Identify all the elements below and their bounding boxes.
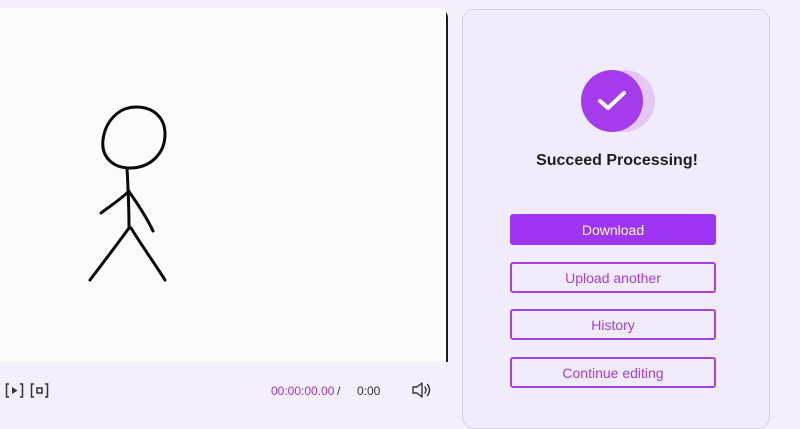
result-panel: Succeed Processing! Download Upload anot… <box>462 9 770 429</box>
figure-arm-left <box>99 189 131 215</box>
volume-button[interactable] <box>411 381 433 399</box>
status-title: Succeed Processing! <box>536 152 698 169</box>
current-time: 00:00:00.00 <box>271 384 335 398</box>
stop-button[interactable] <box>30 382 49 399</box>
play-icon <box>5 383 24 398</box>
figure-body <box>125 166 131 230</box>
total-time: 0:00 <box>357 384 381 398</box>
video-preview[interactable] <box>0 8 448 362</box>
continue-editing-button[interactable]: Continue editing <box>510 357 716 388</box>
player-controls: 00:00:00.00 / 0:00 <box>0 362 448 417</box>
figure-arm-right <box>128 191 155 233</box>
stop-icon <box>30 383 49 398</box>
volume-icon <box>412 382 431 398</box>
history-button[interactable]: History <box>510 309 716 340</box>
check-icon <box>598 91 626 110</box>
download-button[interactable]: Download <box>510 214 716 245</box>
play-button[interactable] <box>5 382 24 399</box>
stick-figure-drawing <box>88 105 167 282</box>
success-badge <box>581 70 657 132</box>
figure-leg-right <box>129 226 167 282</box>
upload-another-button[interactable]: Upload another <box>510 262 716 293</box>
check-circle-icon <box>581 70 643 132</box>
time-separator: / <box>337 384 341 398</box>
video-player: 00:00:00.00 / 0:00 <box>0 8 448 417</box>
figure-head <box>101 105 167 170</box>
figure-leg-left <box>88 226 131 282</box>
